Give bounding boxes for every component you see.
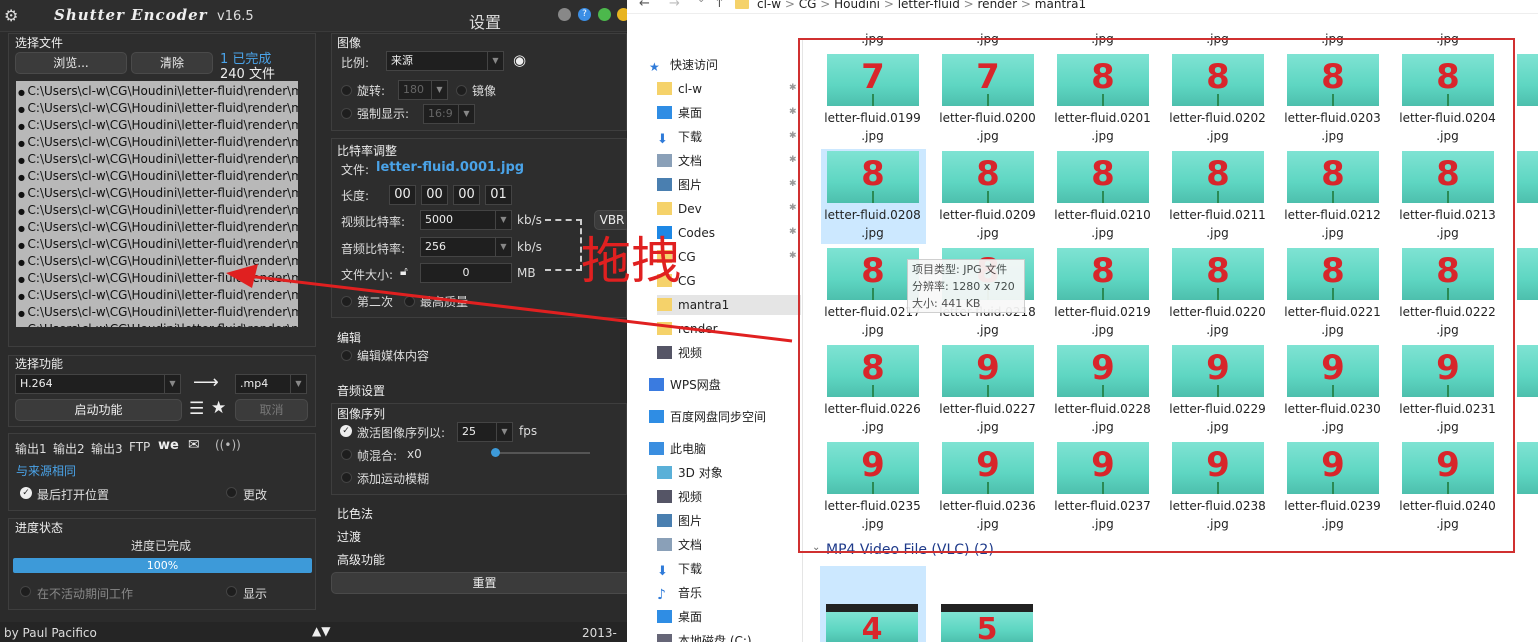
drag-arrow-head — [226, 264, 258, 288]
drag-arrow-overlay — [226, 264, 793, 343]
drag-arrow-line — [247, 274, 793, 343]
drag-annotation-text: 拖拽 — [581, 232, 681, 290]
